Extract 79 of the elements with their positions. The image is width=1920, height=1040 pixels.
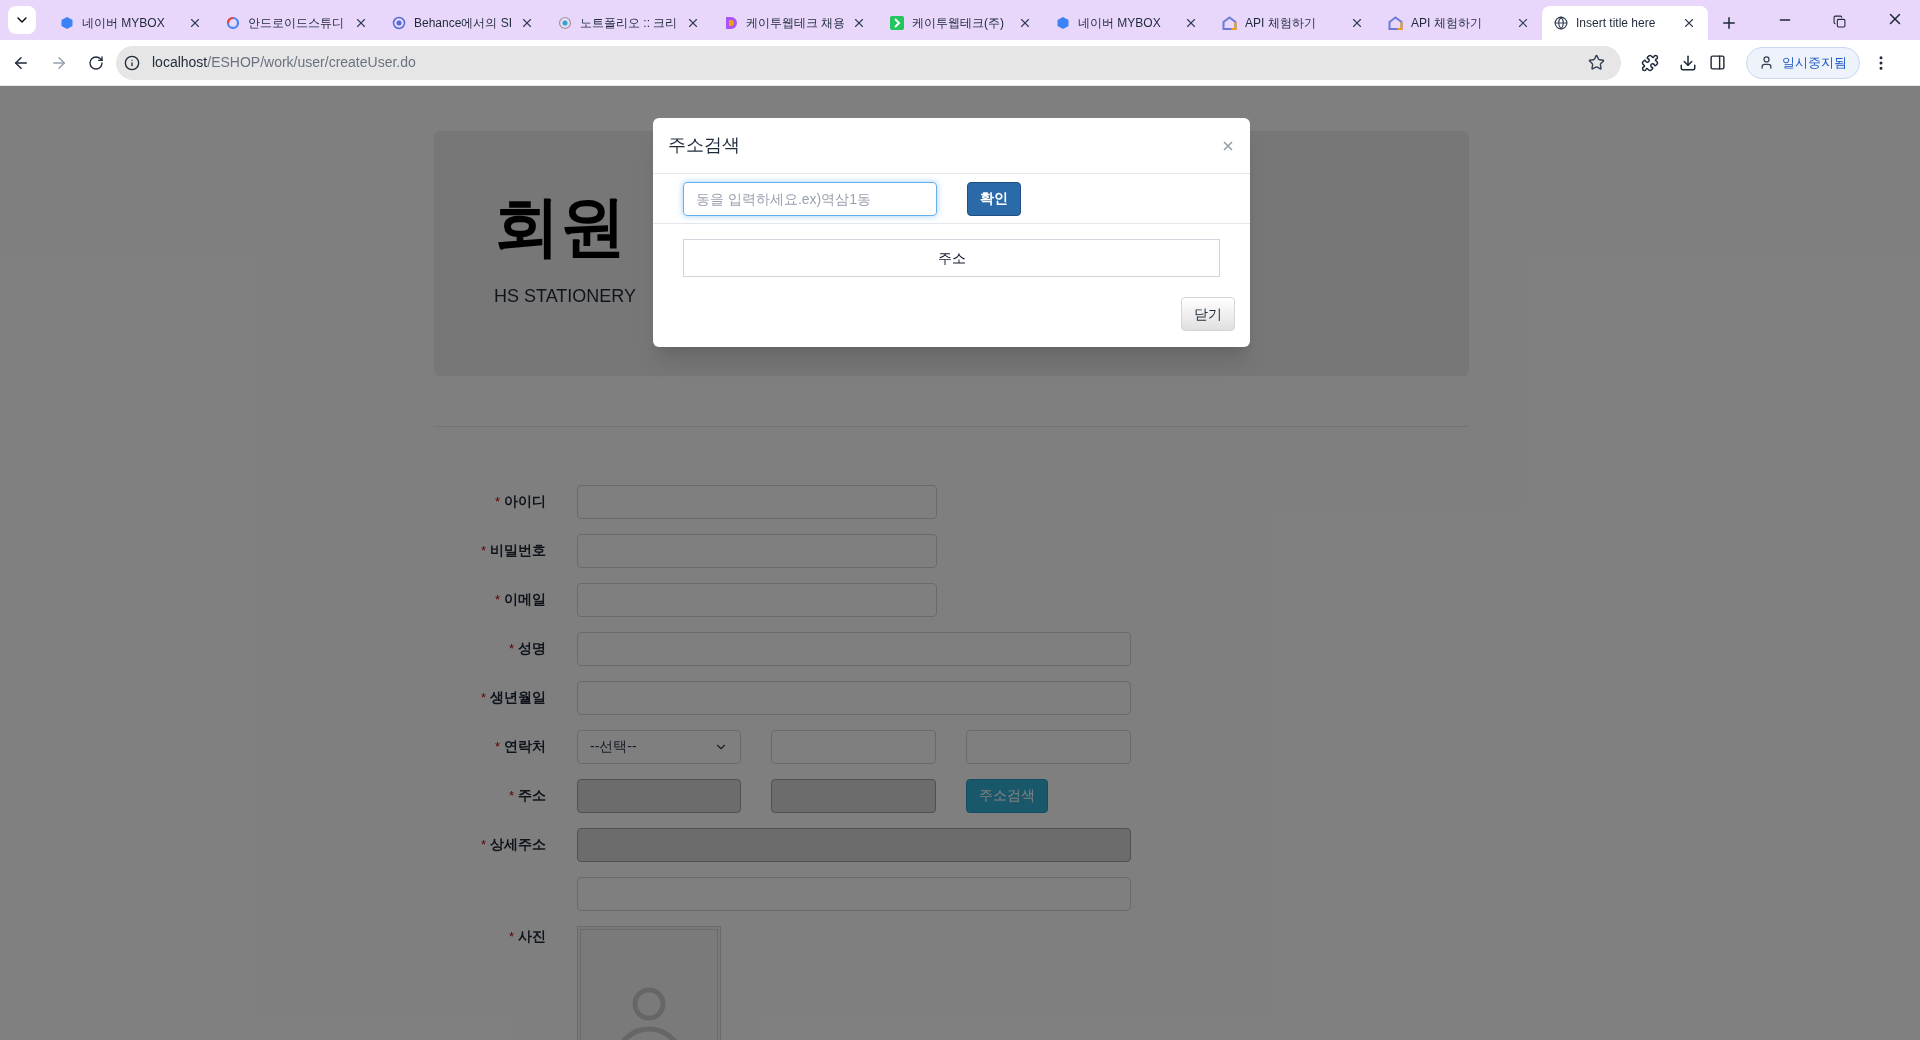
avatar-icon: [1759, 55, 1774, 70]
close-icon[interactable]: [1184, 16, 1198, 30]
house-icon: [1222, 16, 1237, 30]
field-label: 생년월일: [490, 688, 546, 707]
confirm-button[interactable]: 확인: [967, 181, 1021, 216]
close-icon[interactable]: [1682, 16, 1696, 30]
tab-title: 네이버 MYBOX: [1078, 15, 1162, 32]
bookmark-star-icon[interactable]: [1588, 54, 1605, 71]
info-icon: [124, 54, 140, 71]
tab-title: Insert title here: [1576, 15, 1657, 32]
profile-button[interactable]: 일시중지됨: [1746, 46, 1860, 79]
browser-tab[interactable]: Behance에서의 SI: [380, 6, 546, 40]
table-header-cell: 주소: [683, 239, 1220, 277]
required-asterisk: *: [508, 927, 514, 946]
new-tab-icon[interactable]: [1720, 14, 1738, 32]
field-label: 아이디: [504, 492, 546, 511]
close-icon[interactable]: [1516, 16, 1530, 30]
browser-tab[interactable]: 안드로이드스튜디: [214, 6, 380, 40]
tab-title: 케이투웹테크 채용: [746, 15, 844, 32]
ring-icon: [558, 16, 572, 30]
browser-tab[interactable]: 노트폴리오 :: 크리: [546, 6, 712, 40]
close-icon[interactable]: [354, 16, 368, 30]
required-asterisk: *: [508, 786, 514, 805]
browser-tab[interactable]: 케이투웹테크(주): [878, 6, 1044, 40]
tab-title: 케이투웹테크(주): [912, 15, 1005, 32]
dialog-title: 주소검색: [668, 134, 740, 157]
field-label: 상세주소: [490, 835, 546, 854]
reload-icon[interactable]: [88, 54, 104, 71]
tab-title: API 체험하기: [1245, 15, 1317, 32]
browser-tab[interactable]: 케이투웹테크 채용: [712, 6, 878, 40]
field-label: 주소: [518, 786, 546, 805]
close-icon[interactable]: [188, 16, 202, 30]
required-asterisk: *: [494, 590, 500, 609]
field-label: 비밀번호: [490, 541, 546, 560]
download-icon[interactable]: [1679, 53, 1697, 72]
required-asterisk: *: [480, 688, 486, 707]
browser-tab[interactable]: API 체험하기: [1210, 6, 1376, 40]
required-asterisk: *: [480, 541, 486, 560]
tab-title: 노트폴리오 :: 크리: [580, 15, 678, 32]
dong-search-field[interactable]: 동을 입력하세요.ex)역삼1동: [683, 181, 937, 216]
page-title: 회원: [494, 193, 626, 259]
field-label: 이메일: [504, 590, 546, 609]
close-icon[interactable]: [852, 16, 866, 30]
url-text: localhost/ESHOP/work/user/createUser.do: [152, 53, 417, 72]
field-label: 사진: [518, 927, 546, 946]
house-icon: [1388, 16, 1403, 30]
tab-title: Behance에서의 SI: [414, 15, 512, 32]
browser-tab[interactable]: Insert title here: [1542, 6, 1708, 40]
d-shape-icon: [724, 16, 738, 30]
browser-tab[interactable]: 네이버 MYBOX: [1044, 6, 1210, 40]
field-label: 연락처: [504, 737, 546, 756]
tab-search-button[interactable]: [8, 6, 36, 34]
address-bar[interactable]: localhost/ESHOP/work/user/createUser.do: [116, 45, 1621, 80]
arrow-square-icon: [890, 16, 904, 30]
required-asterisk: *: [508, 639, 514, 658]
globe-icon: [1554, 16, 1568, 30]
close-icon[interactable]: [686, 16, 700, 30]
required-asterisk: *: [480, 835, 486, 854]
field-label: 성명: [518, 639, 546, 658]
tab-title: 네이버 MYBOX: [82, 15, 166, 32]
circle-logo-icon: [226, 16, 240, 30]
required-asterisk: *: [494, 492, 500, 511]
phone-prefix-select[interactable]: --선택--: [577, 729, 741, 764]
ring-icon: [392, 16, 406, 30]
restore-icon[interactable]: [1833, 15, 1846, 28]
side-panel-icon[interactable]: [1709, 54, 1726, 71]
tab-title: API 체험하기: [1411, 15, 1483, 32]
close-icon[interactable]: [1350, 16, 1364, 30]
close-button[interactable]: 닫기: [1181, 297, 1235, 331]
cube-icon: [60, 16, 74, 30]
browser-tab[interactable]: API 체험하기: [1376, 6, 1542, 40]
browser-tab[interactable]: 네이버 MYBOX: [48, 6, 214, 40]
close-icon[interactable]: [1018, 16, 1032, 30]
page-subtitle: HS STATIONERY: [494, 285, 637, 308]
required-asterisk: *: [494, 737, 500, 756]
cube-icon: [1056, 16, 1070, 30]
extensions-icon[interactable]: [1641, 53, 1659, 72]
tab-title: 안드로이드스튜디: [248, 15, 345, 32]
close-icon[interactable]: [520, 16, 534, 30]
